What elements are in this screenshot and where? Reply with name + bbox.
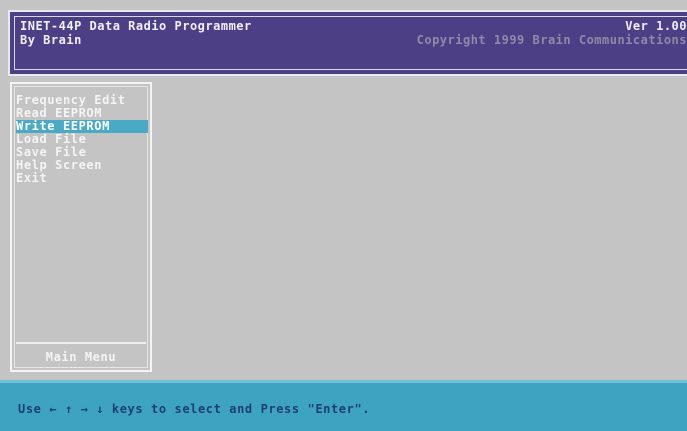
app-title: INET-44P Data Radio Programmer bbox=[20, 19, 252, 33]
status-help-text: Use ← ↑ → ↓ keys to select and Press "En… bbox=[18, 402, 371, 416]
menu-footer-title: Main Menu bbox=[45, 350, 117, 364]
menu-item-label: Exit bbox=[16, 171, 48, 185]
menu-item-label: Save File bbox=[16, 145, 87, 159]
status-bar-top-line bbox=[0, 380, 687, 383]
status-bar: Use ← ↑ → ↓ keys to select and Press "En… bbox=[0, 380, 687, 431]
copyright-notice: Copyright 1999 Brain Communications bbox=[416, 33, 687, 47]
menu-item-label: Frequency Edit bbox=[16, 93, 126, 107]
menu-divider bbox=[16, 342, 146, 344]
app-author: By Brain bbox=[20, 33, 82, 47]
main-menu: Frequency Edit Read EEPROM Write EEPROM … bbox=[10, 82, 152, 372]
menu-item-label: Read EEPROM bbox=[16, 106, 103, 120]
program-screen: INET-44P Data Radio Programmer By Brain … bbox=[0, 0, 687, 431]
version-label: Ver 1.00 bbox=[625, 19, 687, 33]
header-panel: INET-44P Data Radio Programmer By Brain … bbox=[8, 10, 687, 76]
menu-item-label: Load File bbox=[16, 132, 87, 146]
menu-item-label: Help Screen bbox=[16, 158, 103, 172]
menu-item-label: Write EEPROM bbox=[16, 119, 110, 133]
menu-item-exit[interactable]: Exit bbox=[16, 172, 148, 185]
